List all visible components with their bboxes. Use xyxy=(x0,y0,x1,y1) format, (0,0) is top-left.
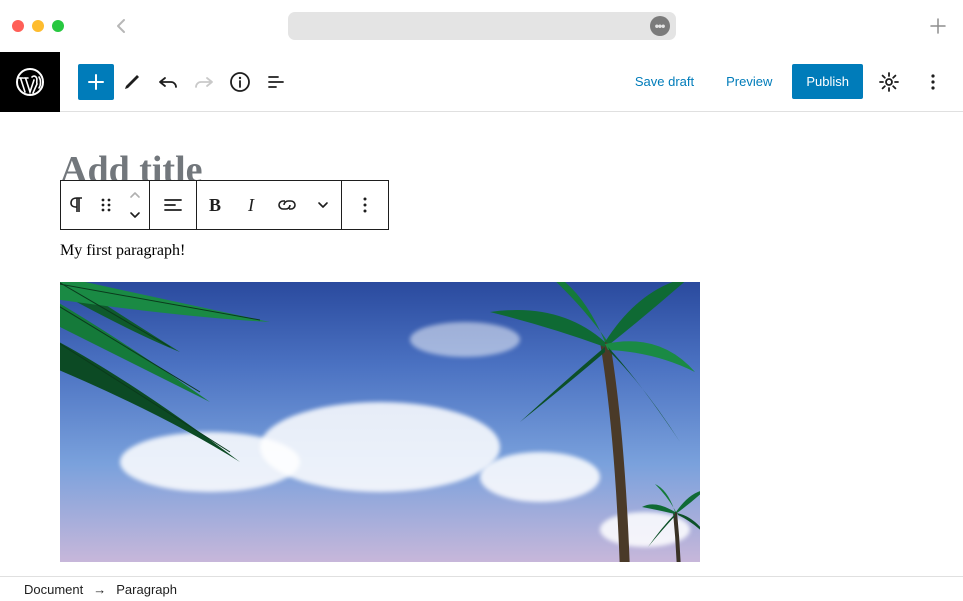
reader-badge-icon[interactable]: ••• xyxy=(650,16,670,36)
minimize-window[interactable] xyxy=(32,20,44,32)
pencil-icon[interactable] xyxy=(114,64,150,100)
close-window[interactable] xyxy=(12,20,24,32)
outline-icon[interactable] xyxy=(258,64,294,100)
paragraph-icon[interactable] xyxy=(61,181,91,229)
bold-button[interactable]: B xyxy=(197,181,233,229)
editor-toolbar: Save draft Preview Publish xyxy=(0,52,963,112)
chevron-left-icon[interactable] xyxy=(114,16,128,36)
maximize-window[interactable] xyxy=(52,20,64,32)
window-controls xyxy=(12,20,64,32)
italic-button[interactable]: I xyxy=(233,181,269,229)
align-left-icon[interactable] xyxy=(150,181,196,229)
publish-button[interactable]: Publish xyxy=(792,64,863,99)
block-toolbar: B I xyxy=(60,180,389,230)
browser-chrome: ••• xyxy=(0,0,963,52)
gear-icon[interactable] xyxy=(871,64,907,100)
breadcrumb-current[interactable]: Paragraph xyxy=(116,582,177,597)
editor-canvas: Add title B I xyxy=(0,112,963,576)
address-bar[interactable]: ••• xyxy=(288,12,676,40)
kebab-icon[interactable] xyxy=(915,64,951,100)
plus-icon[interactable] xyxy=(929,17,947,35)
info-icon[interactable] xyxy=(222,64,258,100)
wordpress-logo[interactable] xyxy=(0,52,60,112)
save-draft-button[interactable]: Save draft xyxy=(623,66,706,97)
redo-icon[interactable] xyxy=(186,64,222,100)
breadcrumb: Document → Paragraph xyxy=(0,576,963,601)
paragraph-block[interactable]: My first paragraph! xyxy=(60,242,963,260)
block-more-icon[interactable] xyxy=(342,181,388,229)
image-block[interactable] xyxy=(60,282,700,562)
link-icon[interactable] xyxy=(269,181,305,229)
editor-tools-left xyxy=(60,64,623,100)
undo-icon[interactable] xyxy=(150,64,186,100)
arrow-right-icon: → xyxy=(93,582,106,597)
move-down-button[interactable] xyxy=(128,205,142,225)
preview-button[interactable]: Preview xyxy=(714,66,784,97)
add-block-button[interactable] xyxy=(78,64,114,100)
block-mover xyxy=(121,181,149,229)
move-up-button[interactable] xyxy=(128,185,142,205)
chevron-down-icon[interactable] xyxy=(305,181,341,229)
drag-handle-icon[interactable] xyxy=(91,181,121,229)
breadcrumb-root[interactable]: Document xyxy=(24,582,83,597)
editor-tools-right: Save draft Preview Publish xyxy=(623,64,963,100)
